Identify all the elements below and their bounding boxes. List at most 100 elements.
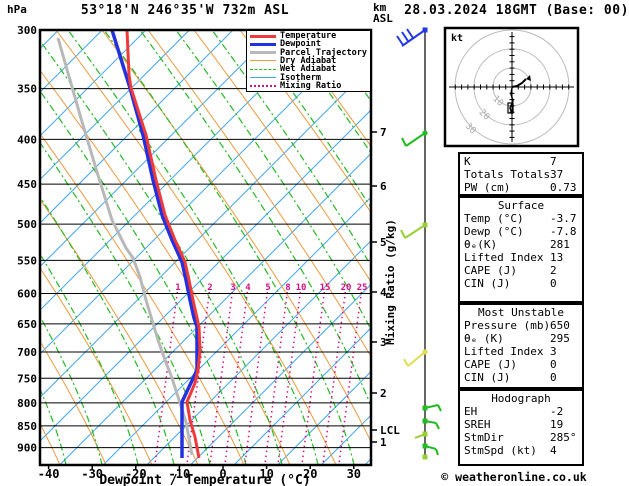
stat-row: SREH 19	[464, 418, 582, 431]
legend-swatch-isotherm	[250, 77, 276, 79]
legend-swatch-dewpoint	[250, 42, 276, 46]
stat-row: StmSpd (kt) 4	[464, 444, 582, 457]
temp-tick-label: 30	[347, 467, 361, 481]
km-tick-label: 2	[380, 387, 387, 400]
stat-label: Totals Totals	[464, 168, 551, 181]
stat-row: Temp (°C) -3.7	[464, 212, 582, 225]
stat-label: Dewp (°C)	[464, 225, 524, 238]
isotherm-line	[40, 30, 103, 93]
legend-swatch-mixing-ratio	[250, 84, 276, 87]
parcel-trajectory-curve	[56, 37, 194, 456]
mixing-ratio-value: 3	[230, 283, 235, 293]
mixing-ratio-value: 4	[245, 283, 251, 293]
temp-tick-label: -20	[125, 467, 147, 481]
stat-value: 2	[550, 264, 557, 277]
stat-label: StmDir	[464, 431, 504, 444]
stat-label: Pressure (mb)	[464, 319, 551, 332]
stat-value: 281	[550, 238, 570, 251]
stat-row: Lifted Index 3	[464, 345, 582, 358]
stat-row: CIN (J) 0	[464, 371, 582, 384]
stat-value: 295	[550, 332, 570, 345]
stat-value: 13	[550, 251, 564, 264]
legend-swatch-parcel-trajectory	[250, 51, 276, 55]
stat-box-title: Surface	[497, 199, 545, 212]
copyright-label: © weatheronline.co.uk	[441, 470, 587, 484]
stat-label: K	[464, 155, 471, 168]
wind-barb	[400, 222, 428, 239]
stat-label: Temp (°C)	[464, 212, 524, 225]
stat-label: CIN (J)	[464, 371, 511, 384]
stat-row: PW (cm) 0.73	[464, 181, 582, 194]
pressure-tick-label: 300	[17, 24, 37, 37]
km-tick-label: 6	[380, 180, 387, 193]
stat-value: 650	[550, 319, 570, 332]
stat-label: CAPE (J)	[464, 358, 517, 371]
stat-value: -7.8	[550, 225, 577, 238]
temp-tick-label: 20	[303, 467, 317, 481]
isotherm-line	[40, 30, 321, 311]
wind-barb	[401, 130, 428, 147]
stat-row: θₑ (K) 295	[464, 332, 582, 345]
stat-row: EH -2	[464, 405, 582, 418]
stat-row: θₑ(K) 281	[464, 238, 582, 251]
hodograph-stats-box: Hodograph EH -2 SREH 19 StmDir 285° StmSpd (kt)…	[458, 389, 584, 466]
mixing-ratio-value: 20	[341, 283, 352, 293]
pressure-tick-label: 400	[17, 133, 37, 146]
surface-box: Surface Temp (°C) -3.7 Dewp (°C) -7.8 θₑ(K) 28…	[458, 196, 584, 303]
lcl-label: LCL	[380, 424, 400, 437]
hodograph-unit-label: kt	[451, 33, 463, 44]
stat-row: CAPE (J) 0	[464, 358, 582, 371]
pressure-tick-label: 350	[17, 83, 37, 96]
stat-value: 7	[550, 155, 557, 168]
stat-value: 0	[550, 277, 557, 290]
stat-label: θₑ(K)	[464, 238, 498, 251]
hodograph: 102030kt	[443, 26, 580, 148]
mixing-ratio-value: 10	[296, 283, 307, 293]
stat-row: Dewp (°C) -7.8	[464, 225, 582, 238]
stat-value: 0	[550, 371, 557, 384]
km-tick-label: 7	[380, 126, 387, 139]
legend-swatch-temperature	[250, 34, 276, 38]
temperature-curve	[125, 30, 202, 459]
dry-adiabat-line	[40, 340, 107, 465]
stat-row: Lifted Index 13	[464, 251, 582, 264]
stat-label: θₑ (K)	[464, 332, 504, 345]
temp-tick-label: 0	[219, 467, 226, 481]
stat-label: EH	[464, 405, 478, 418]
mixing-ratio-value: 25	[357, 283, 368, 293]
wet-adiabat-line	[67, 30, 319, 465]
mixing-ratio-value: 15	[320, 283, 331, 293]
legend-swatch-wet-adiabat	[250, 68, 276, 70]
stat-row: CIN (J) 0	[464, 277, 582, 290]
wind-barb	[422, 404, 442, 412]
legend-label: Mixing Ratio	[280, 80, 342, 91]
legend: Temperature Dewpoint Parcel Trajectory Dry …	[246, 31, 370, 92]
pressure-tick-label: 750	[17, 372, 37, 385]
isotherm-line	[40, 65, 371, 399]
stat-label: SREH	[464, 418, 491, 431]
mixing-ratio-value: 1	[175, 283, 180, 293]
wet-adiabat-line	[40, 315, 103, 465]
wind-barb	[396, 27, 428, 47]
wet-adiabat-line	[608, 30, 629, 465]
stat-label: Lifted Index	[464, 251, 544, 264]
stat-value: -2	[550, 405, 564, 418]
stat-label: Lifted Index	[464, 345, 544, 358]
stat-row: CAPE (J) 2	[464, 264, 582, 277]
pressure-tick-label: 800	[17, 397, 37, 410]
mixing-ratio-value: 2	[207, 283, 212, 293]
mixing-ratio-axis-label: Mixing Ratio (g/kg)	[384, 219, 397, 345]
km-tick-label: 1	[380, 436, 387, 449]
stat-value: 37	[550, 168, 564, 181]
pressure-tick-label: 650	[17, 318, 37, 331]
stat-value: 19	[550, 418, 564, 431]
stat-value: 0.73	[550, 181, 577, 194]
pressure-tick-label: 900	[17, 442, 37, 455]
legend-item: Mixing Ratio	[247, 82, 370, 90]
mixing-ratio-line	[264, 291, 289, 464]
dry-adiabat-line	[608, 30, 629, 465]
pressure-tick-label: 850	[17, 420, 37, 433]
stat-value: 4	[550, 444, 557, 457]
stat-label: PW (cm)	[464, 181, 511, 194]
stat-value: 3	[550, 345, 557, 358]
